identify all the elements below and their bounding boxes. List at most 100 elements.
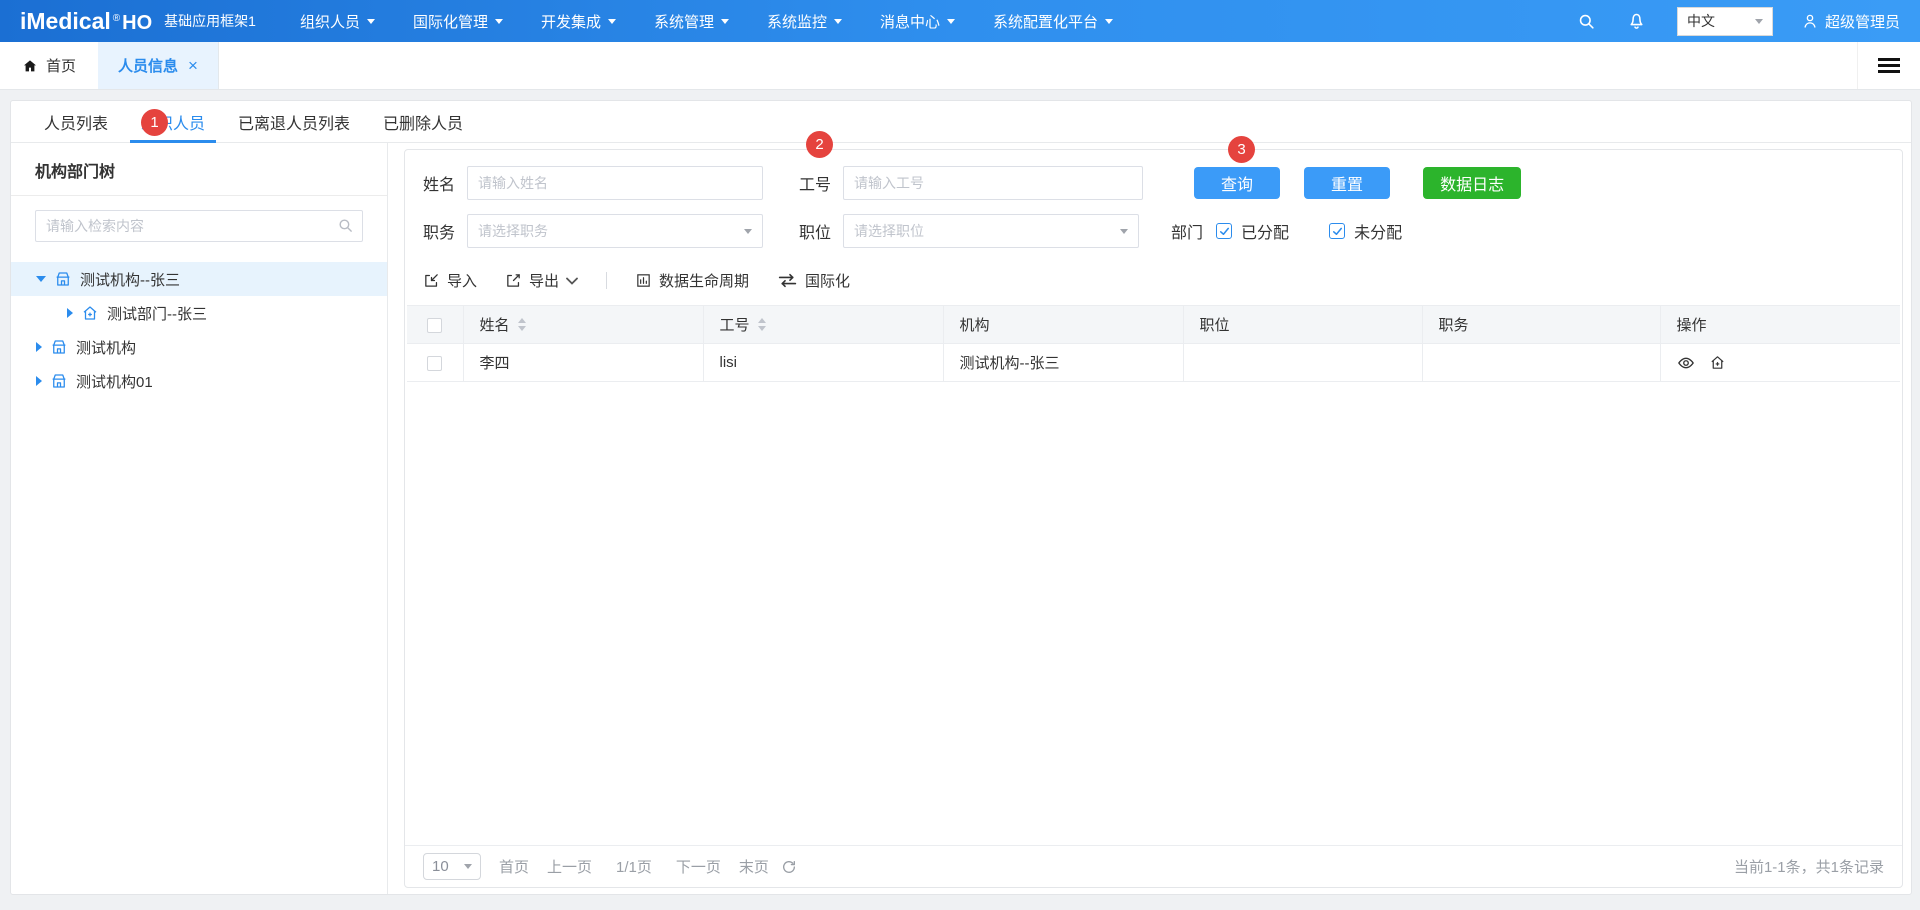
caret-right-icon[interactable] xyxy=(36,376,42,386)
nav-org-personnel[interactable]: 组织人员 xyxy=(300,11,375,32)
code-label: 工号 xyxy=(799,171,831,195)
duty-label: 职务 xyxy=(423,219,455,243)
sort-icon[interactable] xyxy=(758,318,766,331)
reset-button[interactable]: 重置 xyxy=(1304,167,1390,199)
bell-icon[interactable] xyxy=(1626,11,1647,32)
department-home-icon[interactable] xyxy=(1709,354,1726,371)
sidebar-title: 机构部门树 xyxy=(11,143,387,196)
i18n-button[interactable]: 国际化 xyxy=(777,270,850,291)
subtab-retired-list[interactable]: 已离退人员列表 xyxy=(238,101,350,142)
first-page-button[interactable]: 首页 xyxy=(499,856,529,877)
caret-right-icon[interactable] xyxy=(67,308,73,318)
name-input[interactable] xyxy=(467,166,763,200)
sub-tab-bar: 人员列表 组织人员 已离退人员列表 已删除人员 xyxy=(11,101,1911,143)
nav-i18n-management[interactable]: 国际化管理 xyxy=(413,11,503,32)
annotation-step-1: 1 xyxy=(141,109,168,136)
nav-system-management[interactable]: 系统管理 xyxy=(654,11,729,32)
position-placeholder: 请选择职位 xyxy=(854,221,924,241)
logo-product: HO xyxy=(122,12,152,35)
row-actions xyxy=(1677,354,1885,372)
duty-placeholder: 请选择职务 xyxy=(478,221,548,241)
assigned-label: 已分配 xyxy=(1241,219,1289,243)
assigned-checkbox[interactable]: 已分配 xyxy=(1216,219,1289,243)
personnel-table: 姓名 工号 机构 xyxy=(407,305,1900,382)
table-row[interactable]: 李四 lisi 测试机构--张三 xyxy=(407,344,1900,382)
filter-area: 姓名 工号 查询 重置 数据日志 职务 请选择职务 xyxy=(405,150,1902,262)
select-all-checkbox[interactable] xyxy=(427,318,442,333)
top-menu: 组织人员 国际化管理 开发集成 系统管理 系统监控 消息中心 系统配置化平台 xyxy=(300,11,1151,32)
nav-label: 组织人员 xyxy=(300,11,360,32)
tab-home[interactable]: 首页 xyxy=(0,42,98,89)
code-input[interactable] xyxy=(843,166,1143,200)
import-label: 导入 xyxy=(447,270,477,291)
swap-arrows-icon xyxy=(777,272,798,289)
logo-registered-mark: ® xyxy=(113,13,120,24)
prev-page-button[interactable]: 上一页 xyxy=(547,856,592,877)
view-eye-icon[interactable] xyxy=(1677,354,1695,372)
tree-node-label: 测试机构01 xyxy=(76,371,153,392)
current-user[interactable]: 超级管理员 xyxy=(1801,11,1900,32)
sort-icon[interactable] xyxy=(518,318,526,331)
tree-search-input[interactable] xyxy=(35,210,363,242)
checkbox-checked-icon[interactable] xyxy=(1216,223,1232,239)
nav-label: 系统管理 xyxy=(654,11,714,32)
subtab-deleted[interactable]: 已删除人员 xyxy=(383,101,463,142)
next-page-button[interactable]: 下一页 xyxy=(676,856,721,877)
record-summary: 当前1-1条，共1条记录 xyxy=(1734,856,1884,877)
chevron-down-icon xyxy=(1120,229,1128,234)
subtab-label: 已删除人员 xyxy=(383,110,463,134)
hamburger-menu-icon[interactable] xyxy=(1857,42,1920,89)
content-panel: 人员列表 组织人员 已离退人员列表 已删除人员 机构部门树 测试机构--张三 xyxy=(10,100,1912,895)
tab-personnel-info[interactable]: 人员信息 × xyxy=(98,42,219,89)
search-icon[interactable] xyxy=(1577,12,1596,31)
data-lifecycle-button[interactable]: 数据生命周期 xyxy=(635,270,749,291)
checkbox-checked-icon[interactable] xyxy=(1329,223,1345,239)
col-org-header: 机构 xyxy=(960,317,990,334)
app-logo[interactable]: iMedical ® HO xyxy=(20,8,152,35)
data-log-button[interactable]: 数据日志 xyxy=(1423,167,1521,199)
tree-node-test-org[interactable]: 测试机构 xyxy=(11,330,387,364)
import-icon xyxy=(423,272,440,289)
nav-dev-integration[interactable]: 开发集成 xyxy=(541,11,616,32)
panel-body: 机构部门树 测试机构--张三 xyxy=(11,143,1911,894)
export-button[interactable]: 导出 xyxy=(505,270,578,291)
last-page-button[interactable]: 末页 xyxy=(739,856,769,877)
tree-node-dept-zhangsan[interactable]: 测试部门--张三 xyxy=(11,296,387,330)
language-select[interactable]: 中文 xyxy=(1677,7,1773,36)
dept-label: 部门 xyxy=(1171,219,1203,243)
search-icon[interactable] xyxy=(337,217,354,234)
nav-label: 系统监控 xyxy=(767,11,827,32)
row-checkbox[interactable] xyxy=(427,356,442,371)
tree-node-label: 测试机构--张三 xyxy=(80,269,180,290)
import-button[interactable]: 导入 xyxy=(423,270,477,291)
unassigned-checkbox[interactable]: 未分配 xyxy=(1329,219,1402,243)
table-empty-space xyxy=(405,382,1902,845)
close-icon[interactable]: × xyxy=(188,56,198,76)
nav-label: 开发集成 xyxy=(541,11,601,32)
department-filter-group: 部门 已分配 未分配 xyxy=(1171,219,1402,243)
chevron-down-icon xyxy=(495,19,503,24)
col-position-header: 职位 xyxy=(1200,317,1230,334)
subtab-personnel-list[interactable]: 人员列表 xyxy=(44,101,108,142)
nav-system-config-platform[interactable]: 系统配置化平台 xyxy=(993,11,1113,32)
filter-row-2: 职务 请选择职务 职位 请选择职位 部门 xyxy=(423,214,1884,248)
duty-select[interactable]: 请选择职务 xyxy=(467,214,763,248)
position-label: 职位 xyxy=(799,219,831,243)
cell-name: 李四 xyxy=(463,344,703,382)
nav-message-center[interactable]: 消息中心 xyxy=(880,11,955,32)
nav-system-monitor[interactable]: 系统监控 xyxy=(767,11,842,32)
annotation-step-3: 3 xyxy=(1228,136,1255,163)
position-select[interactable]: 请选择职位 xyxy=(843,214,1139,248)
query-button[interactable]: 查询 xyxy=(1194,167,1280,199)
organization-icon xyxy=(50,338,68,356)
caret-down-icon[interactable] xyxy=(36,276,46,282)
chevron-down-icon xyxy=(744,229,752,234)
tree-node-test-org-01[interactable]: 测试机构01 xyxy=(11,364,387,398)
page-size-select[interactable]: 10 xyxy=(423,853,481,880)
language-selected-value: 中文 xyxy=(1687,11,1715,31)
refresh-icon[interactable] xyxy=(781,859,797,875)
main-area: 姓名 工号 查询 重置 数据日志 职务 请选择职务 xyxy=(388,143,1911,894)
caret-right-icon[interactable] xyxy=(36,342,42,352)
nav-label: 国际化管理 xyxy=(413,11,488,32)
tree-node-org-zhangsan[interactable]: 测试机构--张三 xyxy=(11,262,387,296)
